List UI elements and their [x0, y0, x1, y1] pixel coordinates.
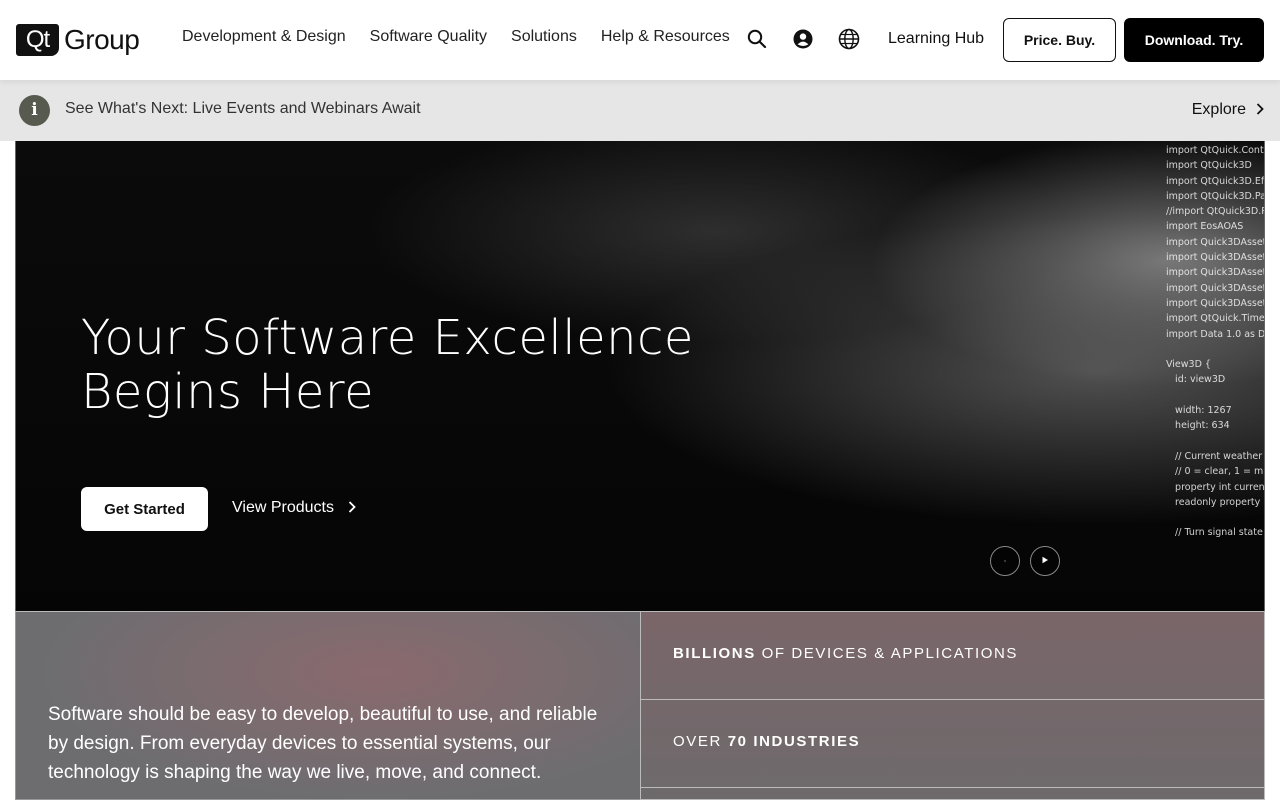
stats-description: Software should be easy to develop, beau…	[48, 704, 598, 783]
explore-link[interactable]: Explore	[1192, 101, 1264, 119]
price-buy-button[interactable]: Price. Buy.	[1003, 18, 1116, 62]
announcement-banner: i See What's Next: Live Events and Webin…	[0, 80, 1280, 141]
explore-label: Explore	[1191, 101, 1246, 118]
view-products-label: View Products	[232, 499, 334, 516]
hero-code-overlay: import QtQuick.Controls import QtQuick3D…	[1166, 145, 1265, 539]
account-icon[interactable]	[792, 28, 814, 50]
stat-row: OVER 70 INDUSTRIES	[641, 700, 1264, 788]
qt-group-logo[interactable]: Qt Group	[16, 24, 140, 56]
nav-help-resources[interactable]: Help & Resources	[601, 28, 730, 46]
get-started-button[interactable]: Get Started	[81, 487, 208, 531]
stat-label: OVER 70 INDUSTRIES	[673, 733, 860, 750]
stats-list: BILLIONS OF DEVICES & APPLICATIONS OVER …	[640, 611, 1265, 800]
view-products-link[interactable]: View Products	[232, 499, 356, 517]
download-try-button[interactable]: Download. Try.	[1124, 18, 1264, 62]
play-button[interactable]	[1030, 546, 1060, 576]
stat-row: BILLIONS OF DEVICES & APPLICATIONS	[641, 612, 1264, 700]
banner-text: See What's Next: Live Events and Webinar…	[65, 100, 421, 117]
hero-title-line1: Your Software Excellence	[81, 310, 694, 366]
chevron-right-icon	[348, 500, 356, 516]
hero-title: Your Software Excellence Begins Here	[81, 311, 694, 419]
logo-mark: Qt	[16, 24, 59, 56]
learning-hub-link[interactable]: Learning Hub	[888, 30, 984, 48]
nav-solutions[interactable]: Solutions	[511, 28, 577, 46]
stat-highlight: BILLIONS	[673, 645, 756, 662]
pause-icon: ·	[1003, 556, 1007, 566]
hero-title-line2: Begins Here	[81, 364, 375, 420]
hero-section: import QtQuick.Controls import QtQuick3D…	[15, 141, 1265, 611]
main-nav: Development & Design Software Quality So…	[182, 28, 754, 46]
nav-development-design[interactable]: Development & Design	[182, 28, 346, 46]
search-icon[interactable]	[746, 28, 768, 50]
logo-word: Group	[64, 24, 140, 55]
stat-highlight: 70 INDUSTRIES	[727, 733, 861, 750]
stat-text: OVER	[673, 733, 728, 750]
globe-icon[interactable]	[838, 28, 860, 50]
info-icon: i	[19, 95, 50, 126]
chevron-right-icon	[1256, 102, 1264, 118]
nav-software-quality[interactable]: Software Quality	[370, 28, 487, 46]
stat-label: BILLIONS OF DEVICES & APPLICATIONS	[673, 645, 1018, 662]
play-icon	[1041, 556, 1049, 566]
pause-button[interactable]: ·	[990, 546, 1020, 576]
stat-text: OF DEVICES & APPLICATIONS	[755, 645, 1019, 662]
stats-description-panel: Software should be easy to develop, beau…	[15, 611, 641, 800]
site-header: Qt Group Development & Design Software Q…	[0, 0, 1280, 80]
